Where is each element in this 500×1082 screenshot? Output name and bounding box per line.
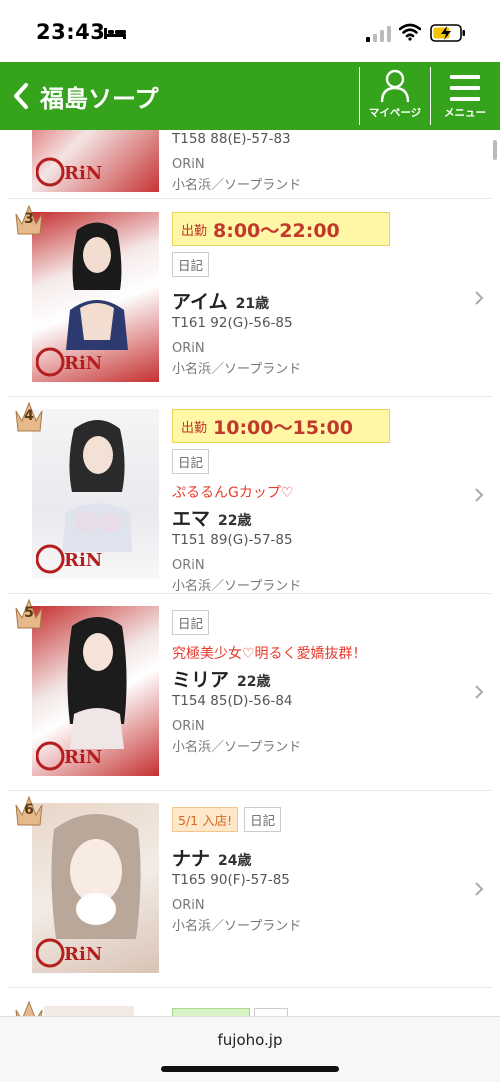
orin-logo: RiN [36,157,102,187]
cast-photo[interactable]: RiN [32,606,159,776]
cast-age: 24歳 [218,853,252,869]
status-bar: 23:43 [0,0,500,62]
shop-name: ORiN [172,719,205,734]
diary-tag[interactable] [254,1008,288,1016]
menu-button[interactable]: メニュー [431,66,499,126]
chevron-right-icon [475,488,484,502]
mypage-button[interactable]: マイページ [361,66,429,126]
sleep-focus-icon [104,28,126,39]
shop-name: ORiN [172,558,205,573]
menu-label: メニュー [444,107,486,119]
cast-photo[interactable]: RiN [32,803,159,973]
diary-tag[interactable]: 日記 [244,807,282,832]
orin-logo: RiN [36,347,102,377]
catch-copy: ぷるるんGカップ♡ [172,485,294,501]
status-badge [172,1008,250,1016]
schedule-label: 出勤 [181,223,208,239]
mypage-label: マイページ [368,107,422,119]
cast-photo[interactable]: RiN [32,212,159,382]
app-header: 福島ソープ マイページ メニュー [0,62,500,130]
measurements: T161 92(G)-56-85 [172,315,293,331]
measurements: T165 90(F)-57-85 [172,872,290,888]
cast-name: アイム [172,291,228,313]
list-item[interactable]: RiN 4 出勤 10:00〜15:00 日記 ぷるるんGカップ♡ エマ 22歳… [8,397,492,594]
page-title: 福島ソープ [40,84,159,113]
diary-tag[interactable]: 日記 [172,610,210,635]
schedule-time: 10:00〜15:00 [213,416,353,439]
schedule-box: 出勤 10:00〜15:00 [172,409,390,443]
orin-logo: RiN [36,938,102,968]
shop-name: ORiN [172,341,205,356]
shop-area: 小名浜／ソープランド [172,740,302,755]
newcomer-badge: 5/1 入店! [172,807,239,832]
orin-logo: RiN [36,544,102,574]
user-icon [380,69,410,103]
shop-name: ORiN [172,898,205,913]
list-item[interactable] [8,988,492,1016]
shop-area: 小名浜／ソープランド [172,178,302,193]
svg-text:RiN: RiN [64,550,102,571]
svg-text:RiN: RiN [64,747,102,768]
cast-name: ミリア [172,669,230,691]
chevron-right-icon [475,882,484,896]
scrollbar[interactable] [493,140,497,160]
cast-age: 22歳 [237,674,271,690]
shop-area: 小名浜／ソープランド [172,919,302,934]
person-silhouette [67,617,127,749]
url-display[interactable]: fujoho.jp [0,1031,500,1049]
shop-area: 小名浜／ソープランド [172,579,302,594]
header-divider [359,67,360,125]
chevron-right-icon [475,291,484,305]
person-silhouette [62,420,132,552]
shop-name: ORiN [172,157,205,172]
home-indicator[interactable] [161,1066,339,1072]
cast-name: ナナ [172,848,211,870]
measurements: T154 85(D)-56-84 [172,693,293,709]
orin-logo: RiN [36,741,102,771]
svg-text:RiN: RiN [64,353,102,374]
rank-number: 6 [24,802,34,818]
rank-number: 4 [24,408,34,424]
cellular-signal-icon [366,26,391,42]
diary-tag[interactable]: 日記 [172,449,210,474]
schedule-label: 出勤 [181,420,208,436]
list-item[interactable]: RiN 5 日記 究極美少女♡明るく愛嬌抜群！ ミリア 22歳 T154 85(… [8,594,492,791]
svg-text:RiN: RiN [64,163,102,184]
measurements: T151 89(G)-57-85 [172,532,293,548]
rank-number: 3 [24,211,34,227]
cast-photo[interactable] [44,1006,134,1016]
hamburger-menu-icon [450,75,480,101]
back-button[interactable]: 福島ソープ [10,76,159,116]
wifi-icon [399,23,421,41]
chevron-left-icon [14,83,28,109]
cast-age: 22歳 [218,513,252,529]
list-item[interactable]: RiN 3 出勤 8:00〜22:00 日記 アイム 21歳 T161 92(G… [8,200,492,397]
crown-rank-icon [15,1000,43,1016]
chevron-right-icon [475,685,484,699]
schedule-box: 出勤 8:00〜22:00 [172,212,390,246]
ranking-list: RiN T158 88(E)-57-83 ORiN 小名浜／ソープランド RiN [8,130,492,1016]
cast-photo[interactable]: RiN [32,409,159,579]
cast-name: エマ [172,508,211,530]
rank-number: 5 [24,605,34,621]
measurements: T158 88(E)-57-83 [172,131,291,147]
cast-photo[interactable]: RiN [32,130,159,192]
person-silhouette [66,222,128,350]
schedule-time: 8:00〜22:00 [213,219,340,242]
status-time: 23:43 [36,20,106,44]
shop-area: 小名浜／ソープランド [172,362,302,377]
diary-tag[interactable]: 日記 [172,252,210,277]
battery-charging-icon [430,24,465,42]
svg-text:RiN: RiN [64,944,102,965]
list-item[interactable]: RiN T158 88(E)-57-83 ORiN 小名浜／ソープランド [8,130,492,199]
list-item[interactable]: RiN 6 5/1 入店! 日記 ナナ 24歳 T165 90(F)-57-85… [8,791,492,988]
catch-copy: 究極美少女♡明るく愛嬌抜群！ [172,646,367,662]
cast-age: 21歳 [235,296,270,312]
browser-bottom-bar: fujoho.jp [0,1016,500,1082]
